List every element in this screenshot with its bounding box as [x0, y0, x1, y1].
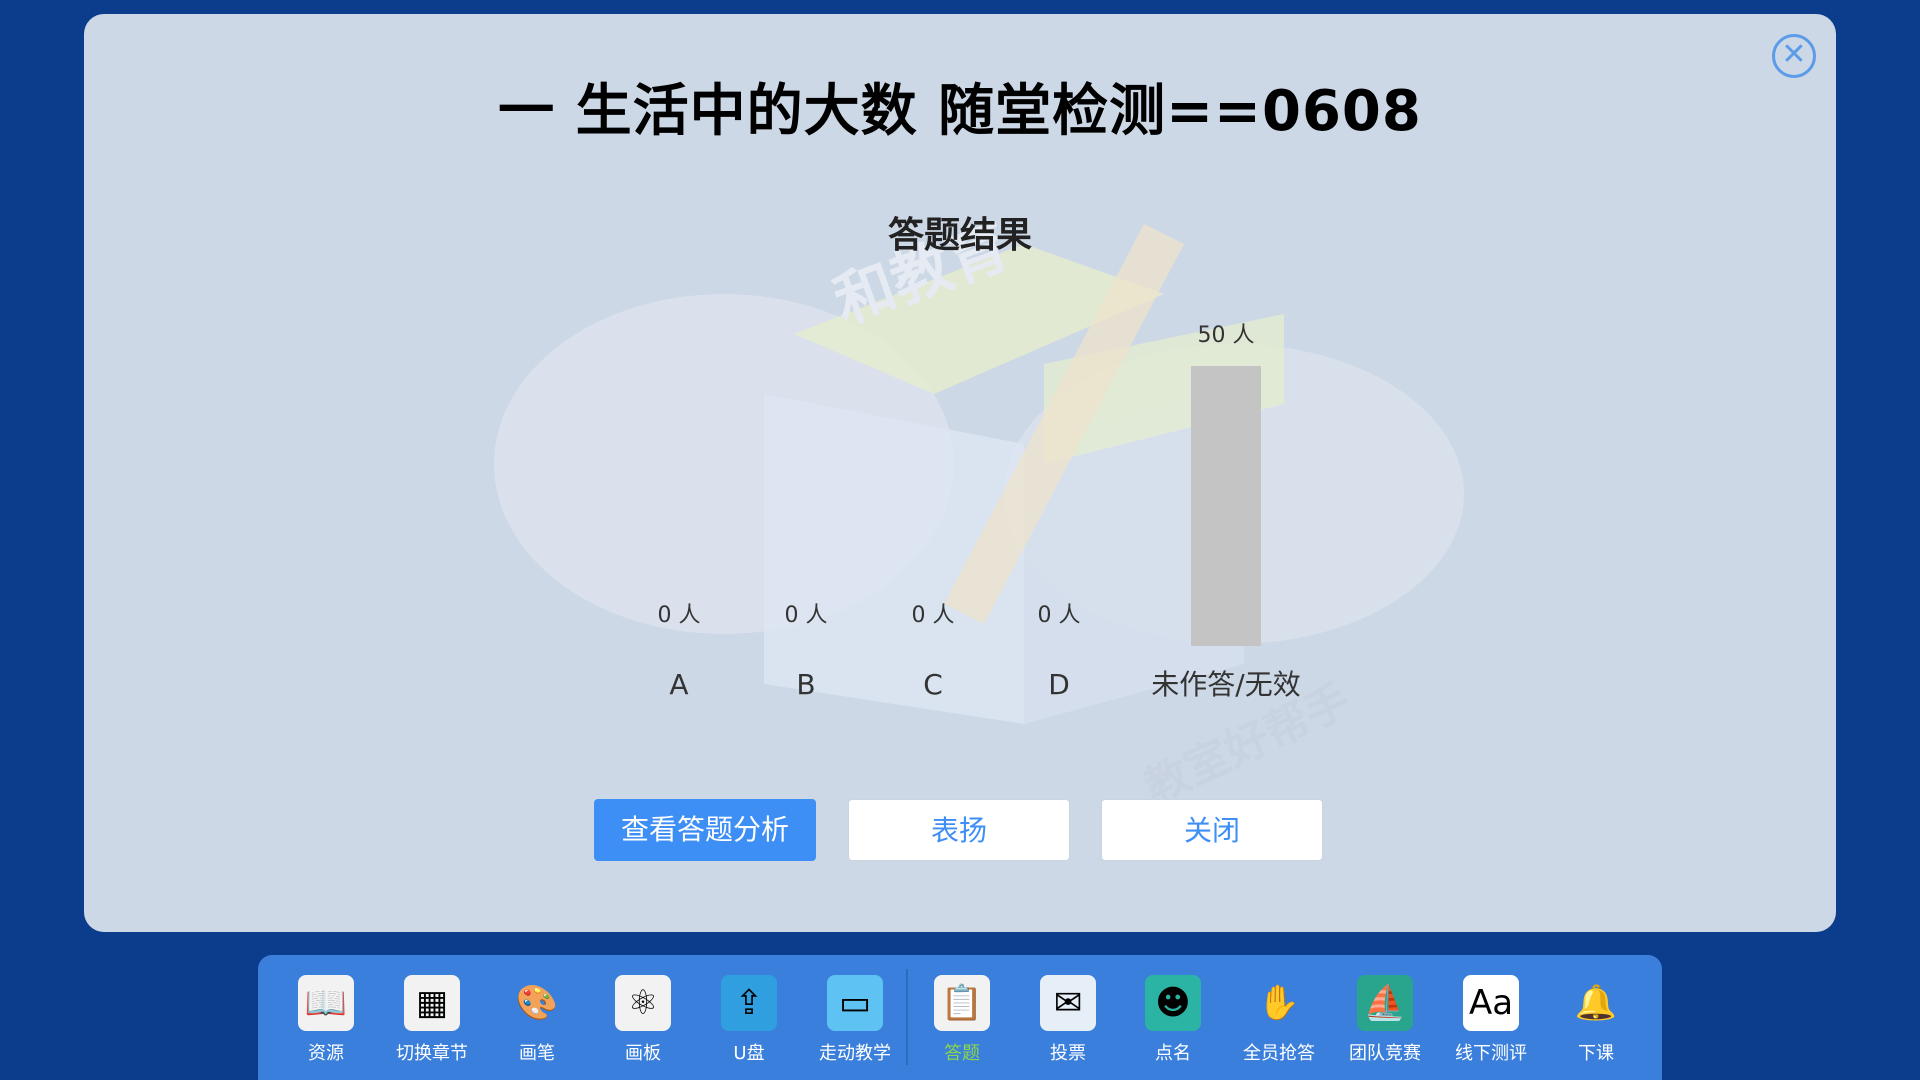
- toolbar-item-label: 资源: [308, 1043, 344, 1064]
- toolbar-item-2[interactable]: 🎨 画笔: [487, 975, 587, 1075]
- toolbar-item-label: 下课: [1578, 1043, 1614, 1064]
- go-rush-answer-icon: ✋: [1257, 983, 1301, 1023]
- toolbar-item-10[interactable]: ⛵ 团队竞赛: [1335, 975, 1435, 1075]
- close-button[interactable]: 关闭: [1101, 799, 1323, 861]
- toolbar-item-11[interactable]: Aa 线下测评: [1441, 975, 1541, 1075]
- toolbar-item-6[interactable]: 📋 答题: [912, 975, 1012, 1075]
- toolbar-item-0[interactable]: 📖 资源: [276, 975, 376, 1075]
- answer-result-chart: 0 人 A 0 人 B 0 人 C 0 人 D 50 人未作答/无效: [658, 323, 1301, 701]
- usb-drive-icon: ⇪: [721, 975, 777, 1031]
- chapter-switch-icon: ▦: [404, 975, 460, 1031]
- category-label-1: B: [796, 668, 815, 701]
- bar-value-label-4: 50 人: [1198, 323, 1255, 348]
- category-label-4: 未作答/无效: [1151, 668, 1300, 701]
- drawing-board-icon: ⚛: [615, 975, 671, 1031]
- book-icon: 📖: [298, 975, 354, 1031]
- answer-clipboard-icon: 📋: [934, 975, 990, 1031]
- bar-4: [1191, 366, 1261, 646]
- toolbar-item-12[interactable]: 🔔 下课: [1546, 975, 1646, 1075]
- praise-button[interactable]: 表扬: [848, 799, 1070, 861]
- view-analysis-button[interactable]: 查看答题分析: [594, 799, 816, 861]
- team-race-icon: ⛵: [1357, 975, 1413, 1031]
- toolbar-item-label: 画板: [625, 1043, 661, 1064]
- toolbar-item-label: 点名: [1155, 1043, 1191, 1064]
- bar-value-label-0: 0 人: [658, 603, 701, 628]
- tablet-icon: ▭: [827, 975, 883, 1031]
- bar-value-label-3: 0 人: [1038, 603, 1081, 628]
- palette-icon: 🎨: [515, 983, 559, 1023]
- category-label-3: D: [1048, 668, 1070, 701]
- toolbar-item-7[interactable]: ✉ 投票: [1018, 975, 1118, 1075]
- roll-call-icon: ☻: [1145, 975, 1201, 1031]
- bottom-toolbar: 📖 资源 ▦ 切换章节 🎨 画笔 ⚛ 画板 ⇪ U盘 ▭ 走动教学 📋 答题 ✉ 投票 ☻ 点名 ✋ 全员抢答 ⛵ 团队竞…: [258, 955, 1662, 1080]
- toolbar-item-5[interactable]: ▭ 走动教学: [805, 975, 905, 1075]
- toolbar-item-label: 团队竞赛: [1349, 1043, 1421, 1064]
- toolbar-item-label: 切换章节: [396, 1043, 468, 1064]
- category-label-0: A: [669, 668, 688, 701]
- result-modal: 和教育 教室好帮手 一 生活中的大数 随堂检测==0608 ✕ 答题结果 0 人…: [84, 14, 1836, 932]
- toolbar-item-label: 画笔: [519, 1043, 555, 1064]
- bar-value-label-1: 0 人: [785, 603, 828, 628]
- vote-envelope-icon: ✉: [1040, 975, 1096, 1031]
- toolbar-item-label: 走动教学: [819, 1043, 891, 1064]
- bar-value-label-2: 0 人: [912, 603, 955, 628]
- toolbar-item-label: U盘: [733, 1043, 765, 1064]
- toolbar-item-8[interactable]: ☻ 点名: [1123, 975, 1223, 1075]
- toolbar-item-4[interactable]: ⇪ U盘: [699, 975, 799, 1075]
- toolbar-item-3[interactable]: ⚛ 画板: [593, 975, 693, 1075]
- bell-icon: 🔔: [1574, 983, 1618, 1023]
- toolbar-item-label: 投票: [1050, 1043, 1086, 1064]
- toolbar-item-label: 答题: [944, 1043, 980, 1064]
- toolbar-item-9[interactable]: ✋ 全员抢答: [1229, 975, 1329, 1075]
- category-label-2: C: [923, 668, 943, 701]
- toolbar-item-1[interactable]: ▦ 切换章节: [382, 975, 482, 1075]
- toolbar-divider: [906, 969, 908, 1065]
- toolbar-item-label: 全员抢答: [1243, 1043, 1315, 1064]
- offline-test-icon: Aa: [1463, 975, 1519, 1031]
- toolbar-item-label: 线下测评: [1455, 1043, 1527, 1064]
